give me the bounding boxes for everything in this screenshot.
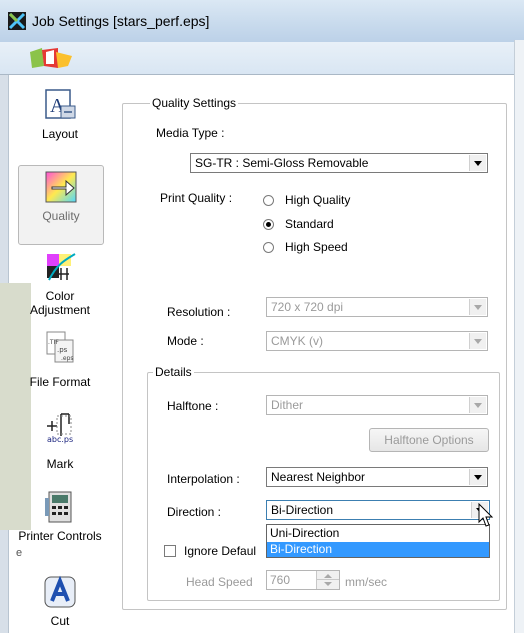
- spin-buttons[interactable]: [316, 571, 339, 589]
- resolution-dropdown[interactable]: 720 x 720 dpi: [266, 297, 488, 317]
- sidebar-item-file-format[interactable]: .TIF .ps .eps File Format: [18, 330, 102, 398]
- details-caption: Details: [153, 365, 194, 379]
- mode-label: Mode :: [167, 334, 204, 348]
- radio-high-speed[interactable]: [263, 242, 274, 253]
- media-type-label: Media Type :: [156, 126, 225, 140]
- toolbar-strip: [0, 42, 524, 75]
- window-title: Job Settings [stars_perf.eps]: [32, 13, 210, 29]
- app-logo-icon: [30, 48, 72, 68]
- ignore-default-checkbox[interactable]: [164, 545, 176, 557]
- sidebar-item-cut[interactable]: Cut: [18, 575, 102, 633]
- halftone-value: Dither: [271, 398, 304, 412]
- direction-value: Bi-Direction: [271, 503, 334, 517]
- head-speed-unit: mm/sec: [345, 575, 387, 589]
- svg-text:.ps: .ps: [57, 346, 68, 354]
- chevron-down-icon[interactable]: [469, 155, 486, 171]
- interpolation-label: Interpolation :: [167, 472, 240, 486]
- title-bar[interactable]: Job Settings [stars_perf.eps]: [0, 0, 524, 43]
- head-speed-stepper[interactable]: 760: [266, 570, 340, 590]
- mark-icon: abc.ps: [47, 413, 73, 444]
- chevron-down-icon: [469, 397, 486, 413]
- sidebar-label-printer-controls: Printer Controls: [18, 529, 102, 543]
- dropdown-option-bi-direction[interactable]: Bi-Direction: [267, 542, 489, 557]
- head-speed-value: 760: [270, 573, 291, 587]
- interpolation-dropdown[interactable]: Nearest Neighbor: [266, 467, 488, 487]
- mode-value: CMYK (v): [271, 334, 323, 348]
- resolution-label: Resolution :: [167, 305, 231, 319]
- direction-dropdown-list[interactable]: Uni-Direction Bi-Direction: [266, 524, 490, 558]
- svg-text:.eps: .eps: [61, 355, 74, 362]
- chevron-down-icon: [469, 299, 486, 315]
- sidebar-item-quality[interactable]: Quality: [18, 165, 104, 245]
- app-x-icon: [8, 12, 26, 30]
- sidebar-item-mark[interactable]: abc.ps Mark: [18, 410, 102, 484]
- halftone-dropdown[interactable]: Dither: [266, 395, 488, 415]
- sidebar-label-file-format: File Format: [29, 375, 91, 389]
- radio-label-standard: Standard: [285, 217, 334, 231]
- halftone-options-button[interactable]: Halftone Options: [369, 428, 489, 452]
- sidebar-label-quality: Quality: [42, 209, 80, 223]
- sidebar-label-color-adjustment: Color Adjustment: [29, 289, 91, 317]
- layout-icon: A: [45, 89, 76, 119]
- head-speed-label: Head Speed: [186, 575, 253, 589]
- mode-dropdown[interactable]: CMYK (v): [266, 331, 488, 351]
- media-type-value: SG-TR : Semi-Gloss Removable: [195, 156, 369, 170]
- svg-text:.TIF: .TIF: [48, 339, 59, 346]
- mouse-cursor-icon: [478, 503, 494, 527]
- file-format-icon: .TIF .ps .eps: [46, 331, 74, 363]
- spin-divider: [317, 579, 339, 580]
- chevron-down-icon: [469, 333, 486, 349]
- media-type-dropdown[interactable]: SG-TR : Semi-Gloss Removable: [190, 153, 488, 173]
- radio-label-high-quality: High Quality: [285, 193, 351, 207]
- sidebar-label-cut: Cut: [50, 614, 70, 628]
- interpolation-value: Nearest Neighbor: [271, 470, 366, 484]
- ignore-default-label: Ignore Defaul: [184, 544, 257, 558]
- sidebar-label-mark: Mark: [46, 457, 74, 471]
- resolution-value: 720 x 720 dpi: [271, 300, 344, 314]
- window-right-edge: [514, 40, 524, 633]
- radio-label-high-speed: High Speed: [285, 240, 348, 254]
- sidebar-label-layout: Layout: [41, 127, 79, 141]
- chevron-down-icon[interactable]: [469, 469, 486, 485]
- sidebar-item-printer-controls[interactable]: Printer Controls: [18, 490, 102, 570]
- svg-text:abc.ps: abc.ps: [47, 435, 73, 444]
- quality-icon: [45, 171, 77, 203]
- quality-settings-caption: Quality Settings: [150, 96, 239, 110]
- printer-controls-icon: [45, 491, 72, 523]
- radio-standard[interactable]: [263, 219, 274, 230]
- cut-icon: [44, 575, 76, 608]
- print-quality-label: Print Quality :: [160, 191, 233, 205]
- sidebar-item-layout[interactable]: A Layout: [18, 88, 102, 158]
- direction-label: Direction :: [167, 505, 222, 519]
- sidebar-item-color-adjustment[interactable]: Color Adjustment: [18, 250, 102, 326]
- dropdown-option-uni-direction[interactable]: Uni-Direction: [267, 526, 489, 541]
- color-adjustment-icon: [47, 253, 76, 281]
- direction-dropdown[interactable]: Bi-Direction: [266, 500, 490, 520]
- radio-high-quality[interactable]: [263, 195, 274, 206]
- halftone-label: Halftone :: [167, 399, 219, 413]
